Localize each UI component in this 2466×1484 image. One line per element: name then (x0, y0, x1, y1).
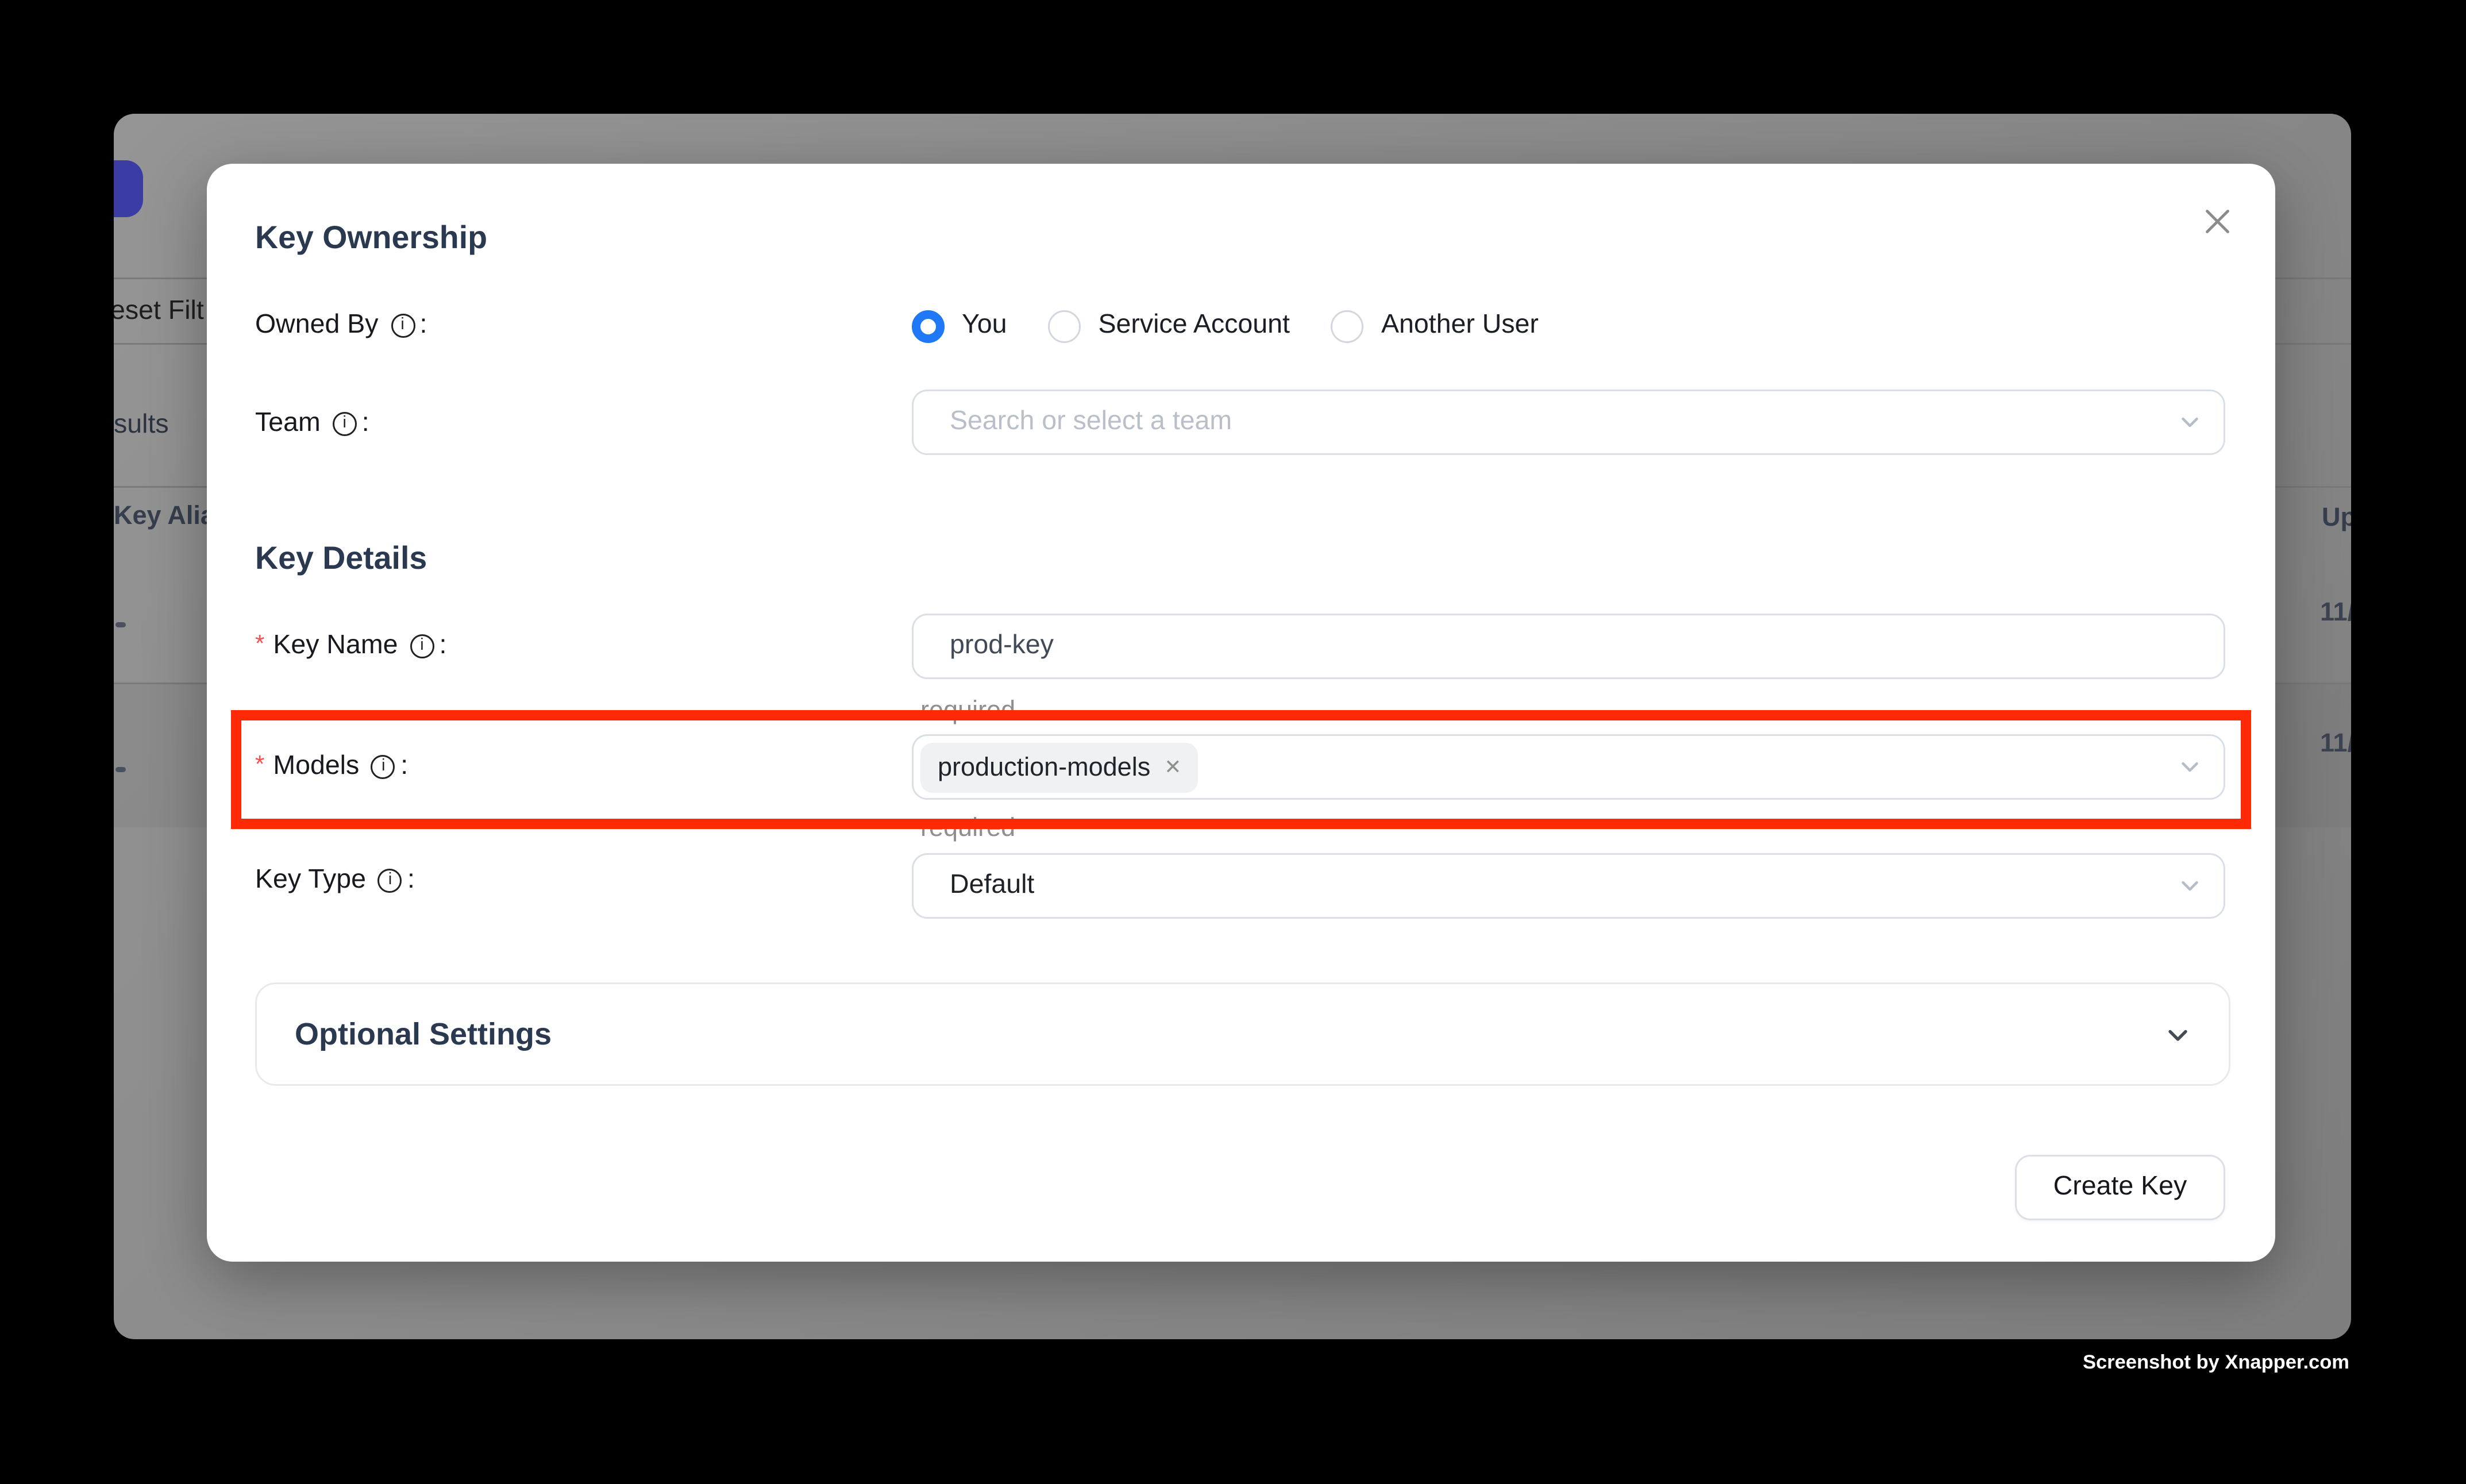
models-label: * Models i : (255, 748, 408, 786)
close-icon (2202, 206, 2232, 236)
clipped-primary-button (114, 160, 143, 217)
team-search-input[interactable] (914, 393, 2053, 452)
chevron-down-icon (2165, 1022, 2191, 1047)
key-type-select[interactable]: Default (912, 853, 2225, 919)
updated-column-header-fragment: Up (2322, 503, 2351, 533)
team-label: Team i : (255, 405, 369, 443)
required-asterisk: * (255, 629, 264, 657)
key-name-field[interactable] (912, 614, 2225, 679)
required-asterisk: * (255, 750, 264, 777)
table-cell-dash (115, 767, 126, 772)
key-alias-column-header-fragment: Key Alia (114, 502, 215, 531)
info-icon[interactable]: i (391, 314, 415, 338)
key-name-label-text: Key Name (273, 631, 398, 662)
key-name-required-hint: required (920, 696, 1015, 726)
radio-label: You (962, 310, 1007, 341)
table-row-date-fragment: 11/ (2320, 598, 2351, 627)
owned-by-label: Owned By i : (255, 307, 427, 345)
radio-option-you[interactable]: You (912, 310, 1007, 342)
label-colon: : (362, 408, 369, 440)
owned-by-label-text: Owned By (255, 310, 379, 341)
models-select[interactable]: production-models ✕ (912, 734, 2225, 800)
key-name-input[interactable] (914, 617, 2053, 676)
radio-unselected-icon (1331, 310, 1364, 342)
team-select[interactable] (912, 390, 2225, 455)
label-colon: : (400, 751, 408, 783)
models-required-hint: required (920, 814, 1015, 843)
key-name-label: * Key Name i : (255, 627, 446, 665)
table-cell-dash (115, 622, 126, 627)
results-count-fragment: sults (114, 410, 169, 441)
radio-label: Service Account (1098, 310, 1289, 341)
team-label-text: Team (255, 408, 321, 440)
info-icon[interactable]: i (410, 634, 434, 658)
create-key-button[interactable]: Create Key (2015, 1155, 2225, 1220)
label-colon: : (420, 310, 427, 341)
chevron-down-icon (2179, 756, 2201, 778)
model-tag-label: production-models (938, 753, 1150, 782)
radio-unselected-icon (1048, 310, 1081, 342)
table-row-date-fragment: 11/ (2320, 729, 2351, 758)
key-type-label: Key Type i : (255, 862, 415, 900)
reset-filters-button-fragment: eset Filt (114, 296, 204, 327)
models-label-text: Models (273, 751, 359, 783)
optional-settings-expander[interactable]: Optional Settings (255, 982, 2230, 1086)
chevron-down-icon (2179, 411, 2201, 434)
radio-option-service-account[interactable]: Service Account (1048, 310, 1289, 342)
radio-label: Another User (1381, 310, 1539, 341)
info-icon[interactable]: i (378, 869, 402, 893)
info-icon[interactable]: i (371, 755, 395, 779)
info-icon[interactable]: i (333, 412, 357, 436)
section-title-key-ownership: Key Ownership (255, 219, 487, 257)
close-button[interactable] (2194, 198, 2239, 243)
radio-selected-icon (912, 310, 945, 342)
chevron-down-icon (2179, 875, 2201, 897)
section-title-key-details: Key Details (255, 539, 427, 577)
key-type-label-text: Key Type (255, 865, 366, 896)
optional-settings-title: Optional Settings (295, 1016, 552, 1053)
tag-remove-icon[interactable]: ✕ (1164, 757, 1181, 777)
label-colon: : (407, 865, 415, 896)
create-key-modal: Key Ownership Owned By i : You Service A… (207, 164, 2275, 1262)
key-type-value: Default (914, 870, 1034, 901)
label-colon: : (439, 631, 446, 662)
screenshot-stage: eset Filt sults Key Alia Up 11/ 11/ Key … (0, 0, 2466, 1484)
selected-model-tag: production-models ✕ (920, 742, 1199, 792)
radio-option-another-user[interactable]: Another User (1331, 310, 1539, 342)
xnapper-watermark: Screenshot by Xnapper.com (2083, 1353, 2349, 1374)
owned-by-radio-group: You Service Account Another User (912, 307, 1539, 345)
